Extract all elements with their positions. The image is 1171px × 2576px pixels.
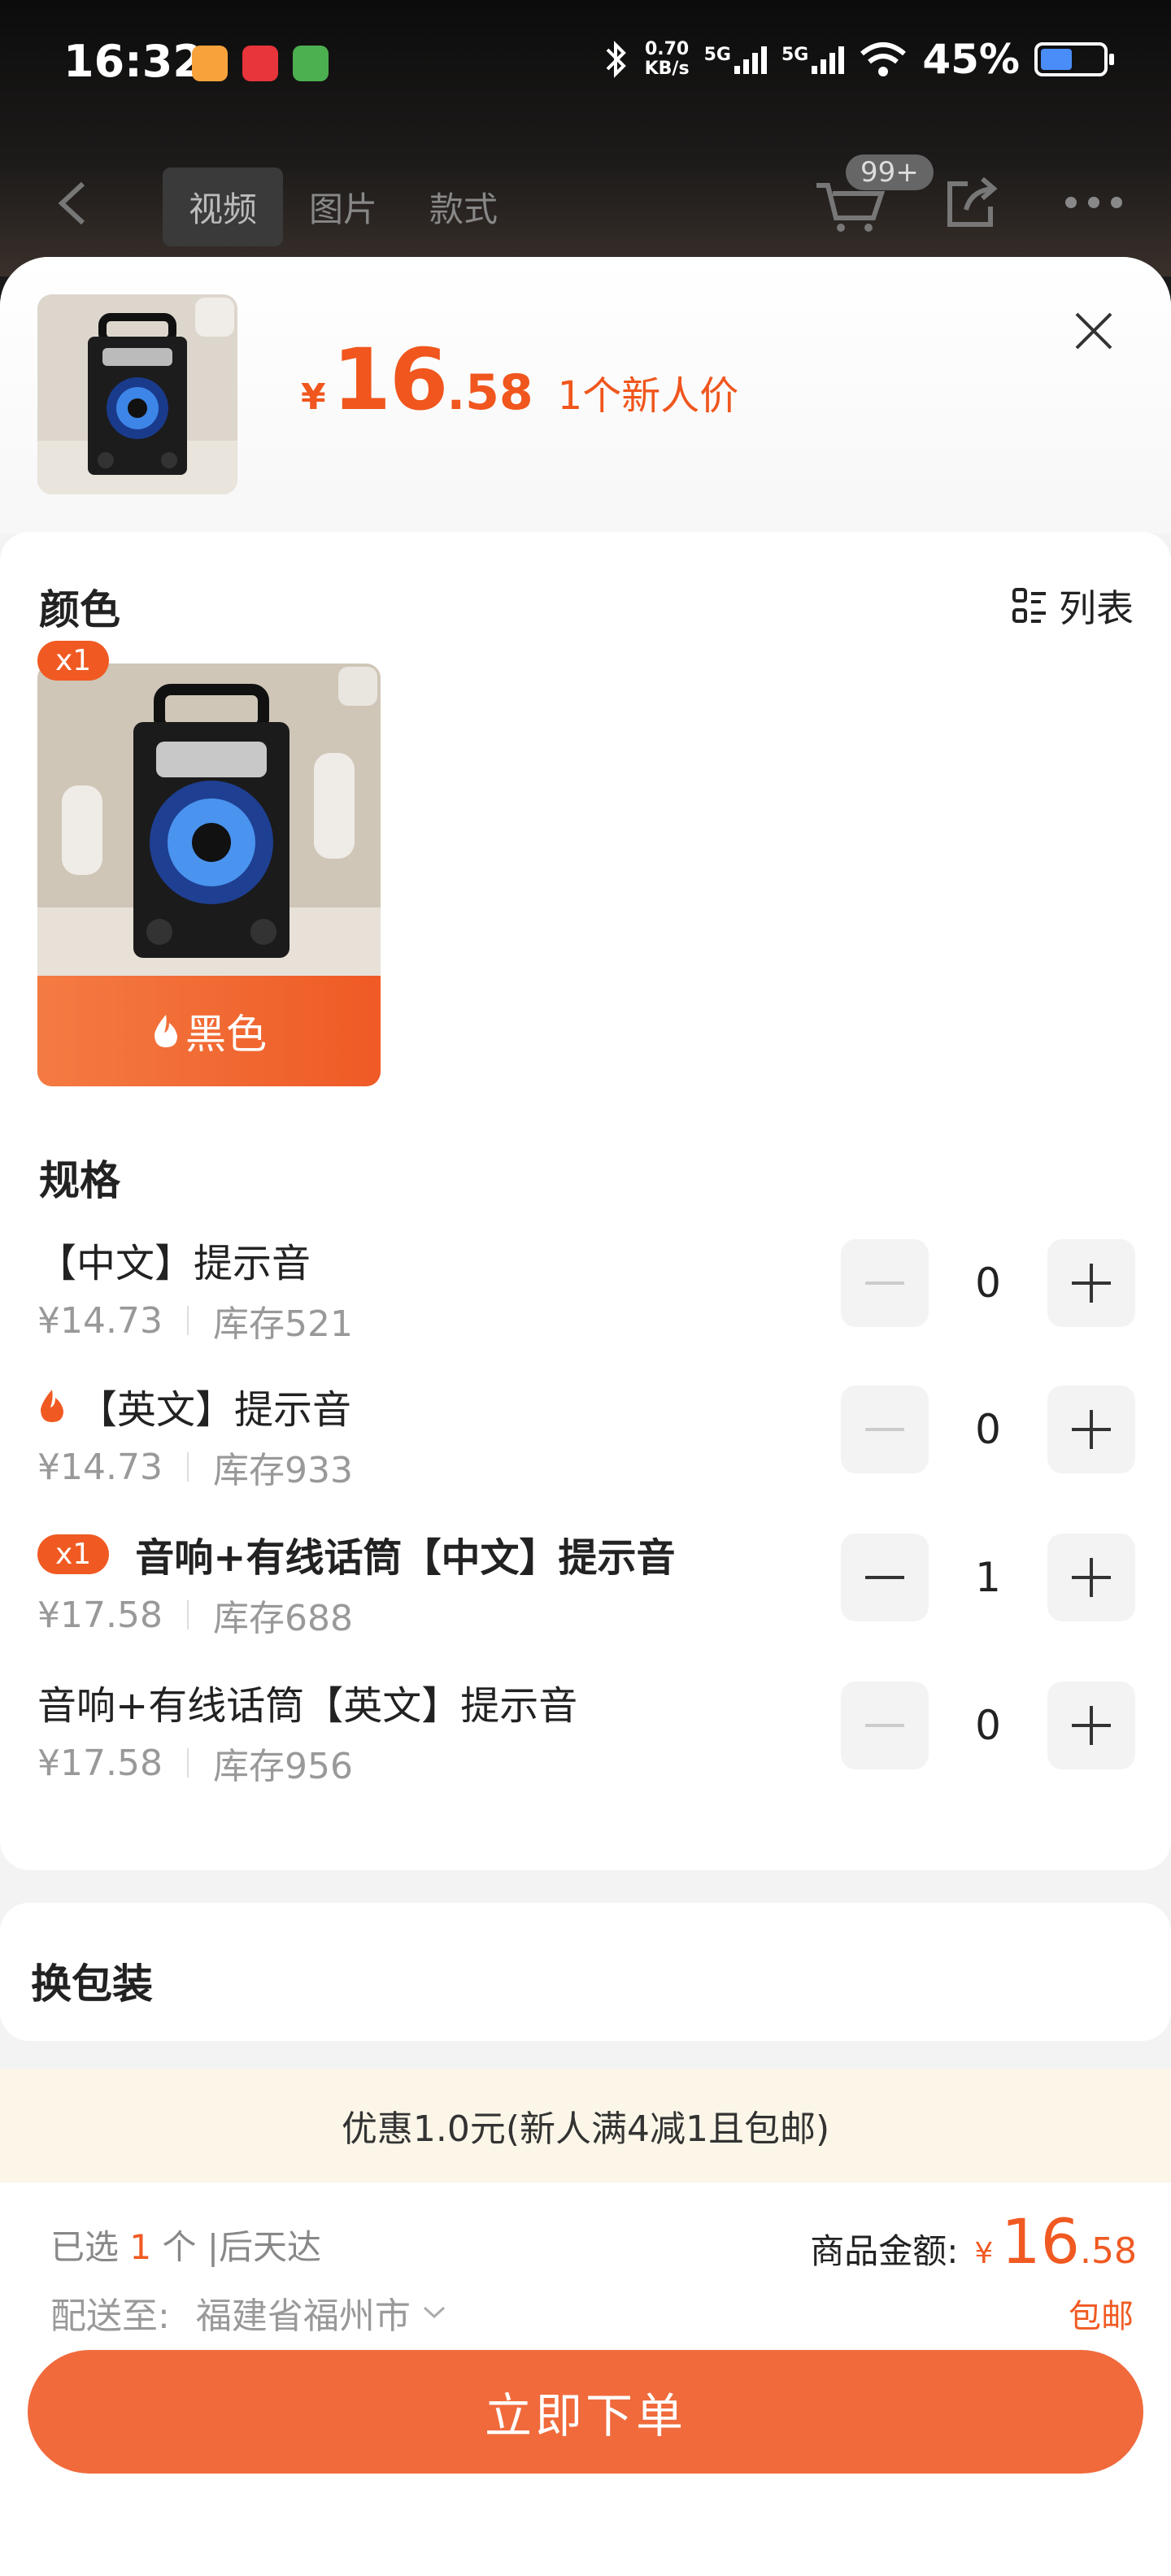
spec-row: 【中文】提示音 ¥14.73 库存521 0 [37,1231,1135,1353]
sku-price: ¥ 16 .58 1个新人价 [301,330,739,429]
share-icon[interactable] [943,174,1000,231]
tab-video[interactable]: 视频 [163,168,284,246]
color-section-title: 颜色 [39,586,120,633]
speaker-image [37,664,381,976]
list-icon [1012,588,1046,623]
quantity-stepper: 0 [841,1682,1135,1769]
quantity-value[interactable]: 0 [929,1702,1047,1749]
tab-images[interactable]: 图片 [283,168,403,246]
wifi-icon [860,42,907,76]
quantity-stepper: 1 [841,1534,1135,1621]
options-card: 颜色 列表 黑色 x1 规格 【中文】提示音 ¥14.73 库存521 0 【英… [0,532,1171,1870]
spec-row: 【英文】提示音 ¥14.73 库存933 0 [37,1377,1135,1499]
spec-meta: ¥14.73 库存521 [37,1299,353,1346]
price-note: 1个新人价 [557,373,739,419]
spec-name: 音响+有线话筒【英文】提示音 [37,1683,578,1729]
fire-icon [41,1390,63,1422]
signal-5g-icon: 5G [704,45,767,74]
battery-percent: 45% [922,36,1020,83]
spec-name: x1 音响+有线话筒【中文】提示音 [37,1525,675,1582]
quantity-value[interactable]: 0 [929,1260,1047,1307]
media-tabs: 视频 图片 款式 [163,168,524,246]
list-view-toggle[interactable]: 列表 [1012,579,1134,633]
selection-summary: 已选 1 个 |后天达 [50,2227,321,2267]
increment-button[interactable] [1047,1386,1135,1473]
checkout-footer: 已选 1 个 |后天达 商品金额: ¥ 16 .58 配送至: 福建省福州市 包… [0,2182,1171,2576]
cart-count-badge: 99+ [846,154,934,190]
bluetooth-icon [606,41,626,78]
status-bar: 16:32 0.70 KB/s 5G 5G 45% [0,0,1171,130]
promo-banner: 优惠1.0元(新人满4减1且包邮) [0,2069,1171,2182]
close-icon[interactable] [1065,302,1122,359]
increment-button[interactable] [1047,1239,1135,1327]
spec-name: 【中文】提示音 [37,1241,311,1286]
tab-styles[interactable]: 款式 [403,168,524,246]
quantity-value[interactable]: 1 [929,1554,1047,1601]
spec-name: 【英文】提示音 [37,1377,351,1434]
spec-meta: ¥17.58 库存688 [37,1594,353,1640]
packaging-section-title: 换包装 [31,1960,153,2008]
packaging-card: 换包装 [0,1903,1171,2041]
product-thumbnail[interactable] [37,294,237,494]
status-time: 16:32 [63,36,203,87]
spec-row-selected: x1 音响+有线话筒【中文】提示音 ¥17.58 库存688 1 [37,1525,1135,1647]
spec-meta: ¥14.73 库存933 [37,1446,353,1492]
decrement-button[interactable] [841,1534,929,1621]
product-nav-bar: 视频 图片 款式 99+ [0,154,1171,252]
spec-row: 音响+有线话筒【英文】提示音 ¥17.58 库存956 0 [37,1673,1135,1795]
spec-meta: ¥17.58 库存956 [37,1742,353,1788]
quantity-value[interactable]: 0 [929,1406,1047,1453]
spec-section-title: 规格 [39,1157,120,1204]
fire-icon [155,1015,177,1047]
back-icon[interactable] [52,179,93,228]
battery-icon [1034,42,1114,76]
status-indicators: 0.70 KB/s 5G 5G 45% [603,36,1114,83]
network-speed: 0.70 KB/s [644,39,690,79]
more-icon[interactable] [1065,197,1122,208]
decrement-button[interactable] [841,1386,929,1473]
color-option-label: 黑色 [37,976,381,1086]
expand-icon[interactable] [338,667,377,706]
app-notification-icon [192,46,228,81]
shipping-address[interactable]: 配送至: 福建省福州市 [50,2287,446,2339]
quantity-stepper: 0 [841,1386,1135,1473]
free-shipping-badge: 包邮 [1069,2298,1134,2335]
total-amount: 商品金额: ¥ 16 .58 [810,2205,1137,2278]
decrement-button[interactable] [841,1682,929,1769]
spec-qty-tag: x1 [37,1534,110,1574]
chevron-down-icon [423,2306,445,2319]
decrement-button[interactable] [841,1239,929,1327]
color-qty-tag: x1 [37,641,110,681]
increment-button[interactable] [1047,1534,1135,1621]
expand-icon[interactable] [195,298,234,337]
app-notification-icon [293,46,329,81]
increment-button[interactable] [1047,1682,1135,1769]
app-notification-icon [242,46,278,81]
quantity-stepper: 0 [841,1239,1135,1327]
place-order-button[interactable]: 立即下单 [28,2350,1143,2474]
signal-5g-icon: 5G [781,45,845,74]
sheet-header: ¥ 16 .58 1个新人价 [0,257,1171,533]
color-option-black[interactable]: 黑色 [37,664,381,1086]
